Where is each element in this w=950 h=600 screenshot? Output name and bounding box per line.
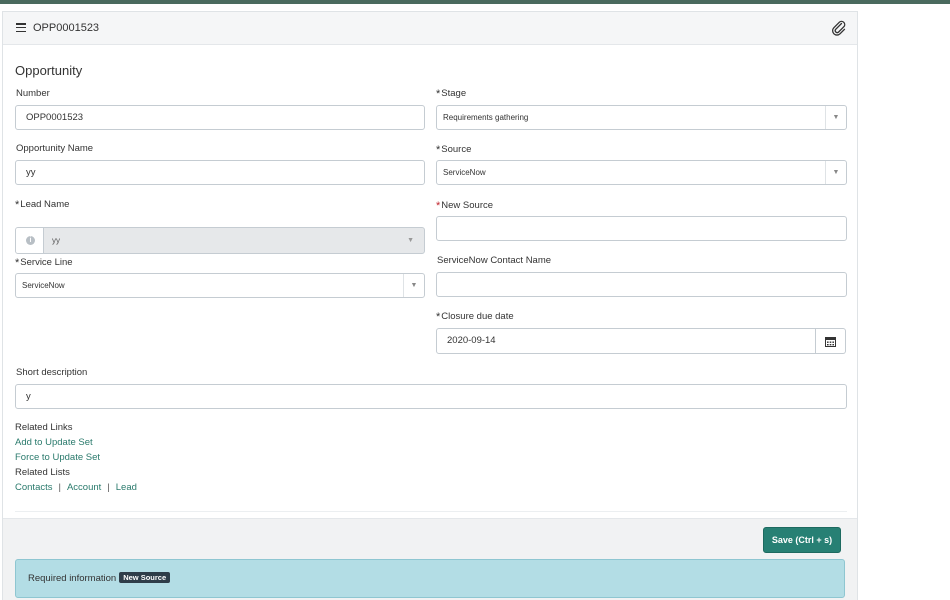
add-to-update-set-link[interactable]: Add to Update Set bbox=[15, 437, 93, 448]
new-source-badge[interactable]: New Source bbox=[119, 572, 171, 583]
related-links-heading: Related Links bbox=[15, 422, 73, 433]
lead-name-reference[interactable]: i yy ▼ bbox=[15, 227, 425, 254]
stage-label-text: Stage bbox=[441, 88, 467, 99]
source-label: *Source bbox=[436, 143, 472, 156]
source-label-text: Source bbox=[441, 144, 472, 155]
closure-due-date-label: *Closure due date bbox=[436, 310, 514, 323]
required-marker: * bbox=[436, 88, 441, 100]
required-marker: * bbox=[436, 200, 441, 212]
paperclip-icon[interactable] bbox=[831, 20, 847, 36]
calendar-button[interactable] bbox=[816, 328, 846, 354]
required-marker: * bbox=[436, 311, 441, 323]
related-list-account[interactable]: Account bbox=[67, 482, 101, 493]
lead-name-value: yy bbox=[52, 236, 60, 245]
related-list-lead[interactable]: Lead bbox=[116, 482, 137, 493]
opportunity-name-field[interactable]: yy bbox=[15, 160, 425, 185]
form-header: OPP0001523 bbox=[3, 12, 857, 45]
number-field[interactable]: OPP0001523 bbox=[15, 105, 425, 130]
new-source-field[interactable] bbox=[436, 216, 847, 241]
required-info-alert: Required information New Source bbox=[15, 559, 845, 598]
alert-message: Required information New Source bbox=[28, 572, 171, 584]
source-value: ServiceNow bbox=[443, 168, 486, 177]
service-line-select[interactable]: ServiceNow ▼ bbox=[15, 273, 425, 298]
chevron-down-icon: ▼ bbox=[825, 106, 846, 129]
form-panel: OPP0001523 Opportunity Number OPP0001523… bbox=[2, 11, 858, 600]
closure-due-date-label-text: Closure due date bbox=[441, 311, 514, 322]
related-lists-heading: Related Lists bbox=[15, 467, 70, 478]
info-icon: i bbox=[26, 236, 35, 245]
source-select[interactable]: ServiceNow ▼ bbox=[436, 160, 847, 185]
chevron-down-icon: ▼ bbox=[407, 237, 414, 244]
calendar-icon bbox=[825, 337, 836, 347]
related-lists-links: Contacts | Account | Lead bbox=[15, 482, 137, 493]
chevron-down-icon: ▼ bbox=[825, 161, 846, 184]
required-marker: * bbox=[436, 144, 441, 156]
required-marker: * bbox=[15, 199, 20, 211]
lead-name-label-text: Lead Name bbox=[20, 199, 70, 210]
divider bbox=[15, 511, 847, 512]
force-to-update-set-link[interactable]: Force to Update Set bbox=[15, 452, 100, 463]
save-button[interactable]: Save (Ctrl + s) bbox=[763, 527, 841, 553]
section-title: Opportunity bbox=[15, 63, 83, 78]
related-list-contacts[interactable]: Contacts bbox=[15, 482, 53, 493]
service-line-label: *Service Line bbox=[15, 256, 73, 269]
short-description-field[interactable]: y bbox=[15, 384, 847, 409]
separator: | bbox=[58, 482, 61, 493]
chevron-down-icon: ▼ bbox=[403, 274, 424, 297]
new-source-label: *New Source bbox=[436, 199, 494, 212]
form-footer: Save (Ctrl + s) Required information New … bbox=[3, 518, 857, 600]
stage-value: Requirements gathering bbox=[443, 113, 529, 122]
short-description-label: Short description bbox=[16, 367, 88, 378]
separator: | bbox=[107, 482, 110, 493]
header-title: OPP0001523 bbox=[33, 22, 100, 34]
opportunity-name-label: Opportunity Name bbox=[16, 143, 94, 154]
alert-text: Required information bbox=[28, 573, 117, 584]
stage-select[interactable]: Requirements gathering ▼ bbox=[436, 105, 847, 130]
service-line-label-text: Service Line bbox=[20, 257, 73, 268]
closure-due-date-field[interactable]: 2020-09-14 bbox=[436, 328, 816, 354]
service-line-value: ServiceNow bbox=[22, 281, 65, 290]
new-source-label-text: New Source bbox=[441, 200, 494, 211]
stage-label: *Stage bbox=[436, 87, 467, 100]
servicenow-contact-name-field[interactable] bbox=[436, 272, 847, 297]
number-label: Number bbox=[16, 88, 50, 99]
lead-name-label: *Lead Name bbox=[15, 198, 70, 211]
required-marker: * bbox=[15, 257, 20, 269]
info-icon-button[interactable]: i bbox=[16, 228, 44, 253]
top-accent-bar bbox=[0, 0, 950, 4]
servicenow-contact-name-label: ServiceNow Contact Name bbox=[437, 255, 552, 266]
hamburger-icon[interactable] bbox=[16, 23, 26, 33]
